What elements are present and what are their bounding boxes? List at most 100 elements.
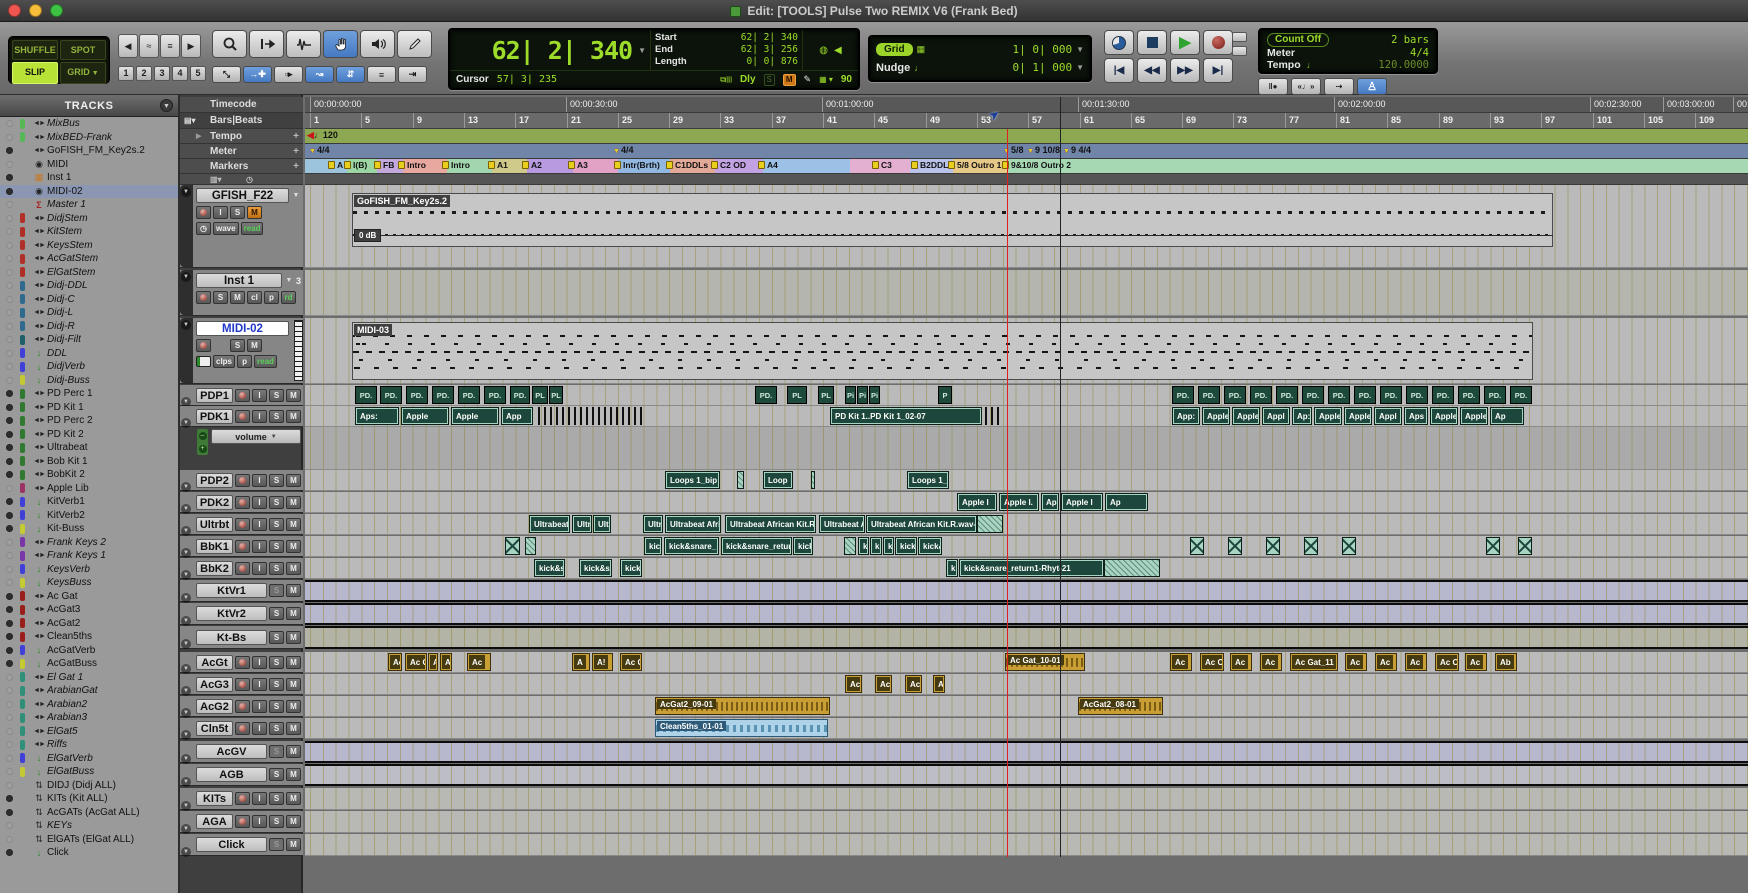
track-header-bbk1[interactable]: ▼BbK1ISM [180, 536, 303, 557]
track-active-dot[interactable] [6, 255, 13, 262]
clip[interactable]: A [440, 653, 452, 671]
automation-follows-edit-button[interactable]: ↝ [305, 66, 334, 83]
clip[interactable]: PD. [1406, 386, 1428, 404]
m-button[interactable]: M [230, 291, 245, 304]
record-enable-button[interactable] [235, 815, 250, 828]
collapse-track-button[interactable]: ▼ [181, 664, 191, 674]
scrubber-tool-button[interactable] [360, 30, 395, 58]
sidebar-track-item[interactable]: ◄►Didj-DDL [0, 279, 178, 293]
clip[interactable]: PD. [1380, 386, 1402, 404]
sidebar-track-item[interactable]: ⇅DIDJ (Didj ALL) [0, 779, 178, 793]
clip[interactable]: Ultra [643, 515, 663, 533]
sidebar-track-item[interactable]: ⇅ElGATs (ElGat ALL) [0, 833, 178, 847]
sidebar-track-item[interactable]: ◄►Frank Keys 1 [0, 549, 178, 563]
track-active-dot[interactable] [6, 647, 13, 654]
meter-row[interactable]: Meter 4/4 [1267, 47, 1429, 59]
m-button[interactable]: M [286, 607, 301, 620]
clip[interactable]: PD. [380, 386, 402, 404]
clip[interactable]: PD. [1432, 386, 1454, 404]
clip[interactable]: Ap [1105, 493, 1148, 511]
clip[interactable]: Apple [1430, 407, 1458, 425]
track-lane-gfish[interactable]: GoFISH_FM_Key2s.20 dB [305, 185, 1748, 268]
track-active-dot[interactable] [6, 714, 13, 721]
collapse-track-button[interactable]: ▼ [181, 708, 191, 718]
sidebar-track-item[interactable]: ◄►AcGatStem [0, 252, 178, 266]
add-lane-button[interactable]: + [199, 445, 207, 453]
collapse-track-button[interactable]: ▼ [181, 548, 191, 558]
s-button[interactable]: S [269, 518, 284, 531]
track-active-dot[interactable] [6, 552, 13, 559]
s-button[interactable]: S [269, 496, 284, 509]
sidebar-track-item[interactable]: ◄►Didj-L [0, 306, 178, 320]
m-button[interactable]: M [286, 474, 301, 487]
clip[interactable]: Aps [1404, 407, 1428, 425]
m-button[interactable]: M [286, 389, 301, 402]
s-button[interactable]: S [269, 389, 284, 402]
track-header-acg2[interactable]: ▼AcG2ISM [180, 696, 303, 717]
track-lane-acgt[interactable]: AcAc GAAAcAA!Ac CAc Gat_10-01AcAc CAcAcA… [305, 652, 1748, 673]
clip[interactable]: ki [858, 537, 869, 555]
clip[interactable]: Apple [451, 407, 499, 425]
clip[interactable]: Ap [1490, 407, 1524, 425]
m-button[interactable]: M [286, 838, 301, 851]
automation-clock-icon[interactable]: ◷ [196, 222, 211, 235]
sidebar-track-item[interactable]: ⇅AcGATs (AcGat ALL) [0, 806, 178, 820]
track-active-dot[interactable] [6, 660, 13, 667]
countoff-row[interactable]: Count Off 2 bars [1267, 33, 1429, 47]
clip[interactable] [811, 471, 815, 489]
tempo-ruler-button[interactable]: ⇢ [1324, 78, 1354, 95]
automation-type-button[interactable]: volume▼ [211, 429, 301, 444]
track-lane-inst1[interactable] [305, 270, 1748, 316]
track-lane-pdp2[interactable]: Loops 1_bipLoopLoops 1_b [305, 470, 1748, 491]
track-header-agb[interactable]: ▼AGBSM [180, 764, 303, 786]
sidebar-track-item[interactable]: ◄►PD Perc 2 [0, 414, 178, 428]
insertion-to-end-button[interactable]: ⇥ [398, 66, 427, 83]
track-active-dot[interactable] [6, 417, 13, 424]
track-name-button[interactable]: Cln5t [196, 721, 233, 736]
metronome-button[interactable]: «♩» [1291, 78, 1321, 95]
clip[interactable]: App: [1172, 407, 1200, 425]
clip[interactable] [1518, 537, 1532, 555]
track-active-dot[interactable] [6, 849, 13, 856]
sidebar-track-item[interactable]: ◄►Ultrabeat [0, 441, 178, 455]
clip[interactable]: Ac [1405, 653, 1427, 671]
collapse-track-button[interactable]: ▼ [181, 187, 191, 197]
layered-editing-button[interactable]: ≡ [367, 66, 396, 83]
track-active-dot[interactable] [6, 579, 13, 586]
sidebar-track-item[interactable]: ↓ElGatVerb [0, 752, 178, 766]
clip[interactable]: A [572, 653, 590, 671]
record-enable-button[interactable] [196, 339, 211, 352]
track-active-dot[interactable] [6, 228, 13, 235]
track-color-tab[interactable]: ▼ [180, 318, 193, 383]
clip[interactable]: Apple l [1061, 493, 1103, 511]
s-button[interactable]: S [269, 678, 284, 691]
s-button[interactable]: S [269, 838, 284, 851]
collapse-track-button[interactable]: ▼ [181, 686, 191, 696]
sidebar-track-item[interactable]: ◄►Didj-R [0, 320, 178, 334]
clip[interactable]: Ac G [405, 653, 427, 671]
track-name-button[interactable]: KtVr1 [196, 583, 267, 598]
track-header-ultrbt[interactable]: ▼UltrbtISM [180, 514, 303, 535]
m-button[interactable]: M [286, 656, 301, 669]
track-header-midi02[interactable]: ▼MIDI-02▼SMclpspread [180, 318, 303, 384]
track-height-menu[interactable]: ▼ [284, 277, 294, 284]
clps-button[interactable]: clps [213, 355, 235, 368]
clip[interactable]: Ac [1465, 653, 1487, 671]
clip[interactable] [538, 407, 643, 425]
track-color-tab[interactable]: ▼ [180, 185, 193, 267]
i-button[interactable]: I [252, 815, 267, 828]
track-name-button[interactable]: AGA [196, 814, 233, 829]
track-active-dot[interactable] [6, 404, 13, 411]
clip[interactable]: Pi [857, 386, 868, 404]
s-button[interactable]: S [269, 540, 284, 553]
m-button[interactable]: M [286, 745, 301, 758]
track-name-button[interactable]: Kt-Bs [196, 630, 267, 645]
volume-automation-line[interactable] [352, 235, 1553, 236]
automation-lane-pdk1[interactable] [305, 427, 1748, 470]
record-enable-button[interactable] [235, 410, 250, 423]
clip[interactable]: Loop [763, 471, 793, 489]
zoomer-tool-button[interactable] [212, 30, 247, 58]
sidebar-track-item[interactable]: ⇅KITs (Kit ALL) [0, 792, 178, 806]
clip[interactable]: kick& [895, 537, 917, 555]
clip[interactable]: Ac [1345, 653, 1367, 671]
